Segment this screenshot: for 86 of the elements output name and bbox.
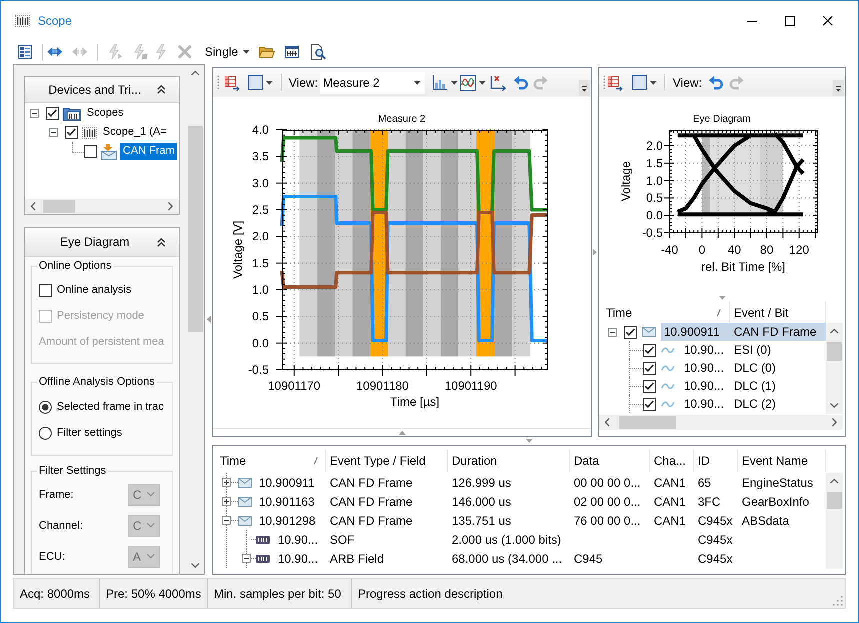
table-cell-text: 126.999 us xyxy=(451,474,512,492)
table-cell: 10.901163 xyxy=(259,494,315,508)
x-tick-label: 10901190 xyxy=(444,379,498,393)
field-label: Amount of persistent mea xyxy=(39,336,164,348)
y-tick-label: 1.0 xyxy=(252,283,269,297)
group-title: Online Options xyxy=(38,259,113,273)
y-tick-label: 0.0 xyxy=(252,336,269,350)
table-cell-text: 68.000 us (34.000 ... xyxy=(451,550,564,568)
window-title: Scope xyxy=(38,14,72,28)
table-cell: 10.900911 xyxy=(661,323,730,341)
y-tick-label: 0.5 xyxy=(252,310,269,324)
status-text: Progress action description xyxy=(358,586,503,600)
x-tick-label: 0 xyxy=(698,243,706,257)
field-label: Frame: xyxy=(39,488,74,500)
table-cell: 10.90... xyxy=(278,552,318,566)
x-axis-title: Time [µs] xyxy=(390,395,440,409)
table-cell-text: 65 xyxy=(697,474,712,492)
table-cell-text: C945x xyxy=(697,532,734,548)
field-label: ECU: xyxy=(39,550,66,562)
table-cell-text: CAN FD Frame xyxy=(329,512,414,530)
table-cell-text: C945x xyxy=(697,550,734,568)
table-cell-text: EngineStatus xyxy=(741,474,814,492)
y-tick-label: 3.5 xyxy=(252,150,269,164)
panel-title: Eye Diagram xyxy=(59,235,131,249)
table-cell-text: 10.90... xyxy=(684,378,726,395)
table-cell-text: 76 00 00 0... xyxy=(573,512,642,530)
y-tick-label: 2.5 xyxy=(252,203,269,217)
y-axis-title: Voltage [V] xyxy=(231,220,245,280)
status-text: Pre: 50% 4000ms xyxy=(106,586,202,600)
table-cell-text: ARB Field xyxy=(329,550,386,568)
chart-title: Eye Diagram xyxy=(693,114,751,125)
y-tick-label: 3.0 xyxy=(252,176,269,190)
table-cell-text: ABSdata xyxy=(741,512,790,530)
view-label: View: xyxy=(673,76,702,90)
x-tick-label: 40 xyxy=(728,243,742,257)
y-tick-label: 0.0 xyxy=(646,208,663,223)
field-label: Channel: xyxy=(39,520,84,532)
table-cell-text: C945x xyxy=(697,512,734,530)
x-tick-label: 10901170 xyxy=(268,379,321,393)
table-cell-text: DLC (1) xyxy=(733,378,778,395)
table-cell-text: CAN FD Frame xyxy=(329,494,414,510)
table-cell-text: DLC (0) xyxy=(733,360,778,377)
x-tick-label: 120 xyxy=(789,243,810,257)
group-title: Filter Settings xyxy=(38,464,108,478)
y-tick-label: -0.5 xyxy=(248,363,269,377)
table-cell-text: 135.751 us xyxy=(451,512,512,530)
y-axis-title: Voltage xyxy=(619,161,633,202)
status-text: Acq: 8000ms xyxy=(20,586,90,600)
x-tick-label: -40 xyxy=(661,243,678,257)
table-cell-text: 02 00 00 0... xyxy=(573,494,642,510)
y-tick-label: 4.0 xyxy=(252,123,269,137)
table-cell-text: 10.90... xyxy=(684,396,726,413)
y-tick-label: 2.0 xyxy=(646,139,663,153)
table-cell-text: CAN1 xyxy=(653,512,688,530)
table-cell: 10.900911 xyxy=(259,476,315,490)
view-label: View: xyxy=(289,76,318,90)
y-tick-label: -0.5 xyxy=(642,226,663,240)
table-cell-text: CAN1 xyxy=(653,494,688,510)
y-tick-label: 0.5 xyxy=(646,191,663,206)
table-cell-text: 10.90... xyxy=(684,360,726,377)
table-cell-text: C945 xyxy=(573,550,604,568)
group-title: Offline Analysis Options xyxy=(38,375,156,389)
x-axis-title: rel. Bit Time [%] xyxy=(701,260,786,274)
table-cell-text: 3FC xyxy=(697,494,722,510)
y-tick-label: 2.0 xyxy=(252,230,269,244)
table-cell-text: 10.90... xyxy=(684,342,726,359)
table-cell-text: 00 00 00 0... xyxy=(573,474,642,492)
table-cell-text: DLC (2) xyxy=(733,396,778,413)
table-cell: 10.901298 xyxy=(259,514,316,528)
table-cell: 10.90... xyxy=(278,532,318,546)
chart-title: Measure 2 xyxy=(378,114,426,125)
table-cell-text: 146.000 us xyxy=(451,494,512,510)
table-cell-text: CAN FD Frame xyxy=(329,474,414,492)
y-tick-label: 1.5 xyxy=(252,256,269,270)
table-cell-text: ESI (0) xyxy=(733,342,772,359)
table-cell: CAN FD Frame xyxy=(730,323,826,341)
table-cell-text: 2.000 us (1.000 bits) xyxy=(451,532,562,548)
table-cell-text: SOF xyxy=(329,532,356,548)
x-tick-label: 10901180 xyxy=(356,379,409,393)
status-text: Min. samples per bit: 50 xyxy=(214,586,342,600)
y-tick-label: 1.0 xyxy=(646,174,663,188)
y-tick-label: 1.5 xyxy=(646,156,663,170)
table-cell-text: GearBoxInfo xyxy=(741,494,810,510)
table-cell-text: CAN1 xyxy=(653,474,688,492)
x-tick-label: 80 xyxy=(760,243,774,257)
panel-title: Devices and Tri... xyxy=(48,82,142,96)
